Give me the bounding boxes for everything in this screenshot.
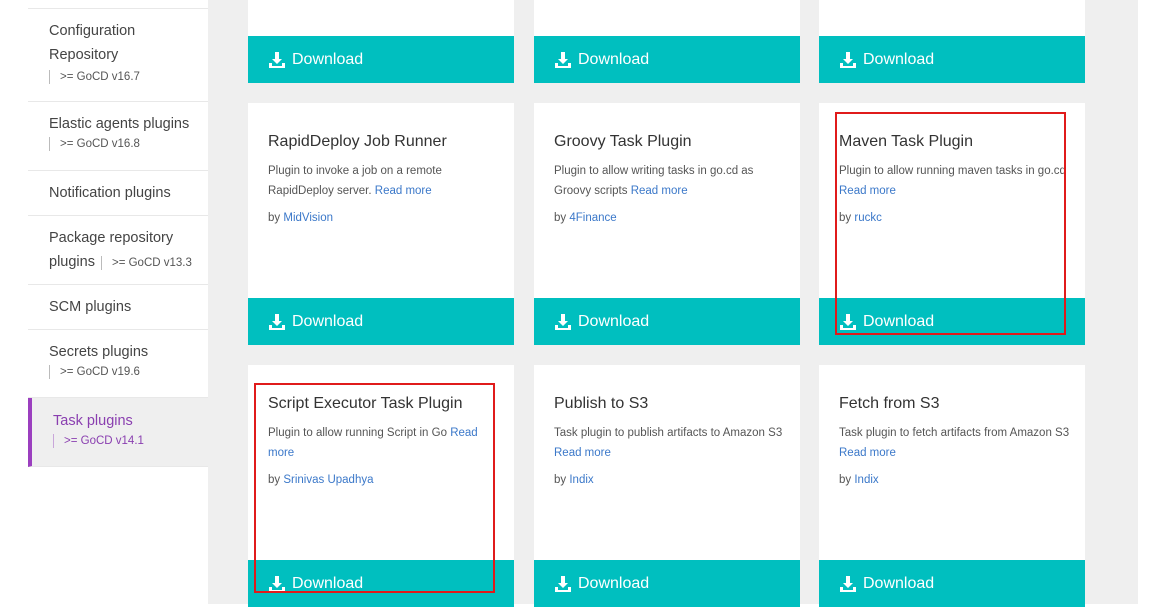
read-more-link[interactable]: Read more	[375, 185, 432, 197]
plugin-title: Maven Task Plugin	[839, 133, 973, 150]
sidebar-item-label: Elastic agents plugins	[49, 116, 190, 132]
sidebar-item-label: Secrets plugins	[49, 344, 149, 360]
plugin-author: by Srinivas Upadhya	[268, 474, 374, 486]
sidebar-item-label: Configuration	[49, 23, 136, 39]
plugin-card: Download	[248, 0, 514, 83]
sidebar-item-notification[interactable]: Notification plugins	[28, 171, 208, 216]
sidebar-item-scm[interactable]: SCM plugins	[28, 285, 208, 330]
plugin-title: RapidDeploy Job Runner	[268, 133, 447, 150]
download-button[interactable]: Download	[819, 36, 1085, 83]
plugin-card: Download	[819, 0, 1085, 83]
download-icon	[840, 51, 856, 68]
plugin-title: Groovy Task Plugin	[554, 133, 692, 150]
author-link[interactable]: Indix	[854, 474, 878, 486]
read-more-link[interactable]: Read more	[631, 185, 688, 197]
version-badge: >= GoCD v16.8	[49, 137, 208, 151]
download-icon	[269, 575, 285, 592]
plugin-card: Download	[534, 0, 800, 83]
version-badge: >= GoCD v19.6	[49, 365, 208, 379]
plugin-card-rapiddeploy: RapidDeploy Job Runner Plugin to invoke …	[248, 103, 514, 345]
plugin-description: Task plugin to fetch artifacts from Amaz…	[839, 427, 1070, 459]
download-icon	[269, 313, 285, 330]
author-link[interactable]: ruckc	[854, 212, 881, 224]
plugin-author: by MidVision	[268, 212, 334, 224]
read-more-link[interactable]: Read more	[839, 185, 896, 197]
download-button[interactable]: Download	[248, 298, 514, 345]
plugin-card-maven: Maven Task Plugin Plugin to allow runnin…	[819, 103, 1085, 345]
plugin-grid: Download Download Download RapidDeploy J…	[208, 0, 1138, 607]
download-button[interactable]: Download	[819, 298, 1085, 345]
read-more-link[interactable]: Read more	[554, 447, 611, 459]
plugin-card-script-executor: Script Executor Task Plugin Plugin to al…	[248, 365, 514, 607]
download-icon	[555, 313, 571, 330]
plugin-description: Plugin to invoke a job on a remote Rapid…	[268, 165, 442, 197]
author-link[interactable]: 4Finance	[569, 212, 616, 224]
author-link[interactable]: Indix	[569, 474, 593, 486]
plugin-title: Script Executor Task Plugin	[268, 395, 463, 412]
author-link[interactable]: Srinivas Upadhya	[283, 474, 373, 486]
sidebar-item-label: plugins	[49, 254, 95, 270]
download-icon	[840, 313, 856, 330]
download-button[interactable]: Download	[248, 560, 514, 607]
sidebar-item-package-repository[interactable]: Package repository plugins >= GoCD v13.3	[28, 216, 208, 285]
sidebar: Configuration Repository >= GoCD v16.7 E…	[28, 0, 208, 604]
download-icon	[555, 575, 571, 592]
version-badge: >= GoCD v14.1	[53, 434, 208, 448]
download-button[interactable]: Download	[534, 560, 800, 607]
sidebar-item-label: Notification plugins	[49, 185, 171, 201]
version-badge: >= GoCD v16.7	[49, 70, 208, 84]
sidebar-item-elastic-agents[interactable]: Elastic agents plugins >= GoCD v16.8	[28, 102, 208, 171]
version-badge: >= GoCD v13.3	[100, 255, 192, 270]
download-button[interactable]: Download	[248, 36, 514, 83]
sidebar-item-task[interactable]: Task plugins >= GoCD v14.1	[28, 398, 208, 467]
sidebar-item-label: Package repository	[49, 230, 174, 246]
plugin-author: by Indix	[554, 474, 594, 486]
download-button[interactable]: Download	[534, 36, 800, 83]
plugin-title: Fetch from S3	[839, 395, 940, 412]
sidebar-item-secrets[interactable]: Secrets plugins >= GoCD v19.6	[28, 330, 208, 398]
sidebar-item-configuration-repository[interactable]: Configuration Repository >= GoCD v16.7	[28, 9, 208, 102]
plugin-description: Plugin to allow writing tasks in go.cd a…	[554, 165, 754, 197]
read-more-link[interactable]: Read more	[839, 447, 896, 459]
plugin-author: by ruckc	[839, 212, 882, 224]
plugin-description: Plugin to allow running maven tasks in g…	[839, 165, 1066, 197]
plugin-card-publish-s3: Publish to S3 Task plugin to publish art…	[534, 365, 800, 607]
download-icon	[555, 51, 571, 68]
plugin-description: Plugin to allow running Script in Go Rea…	[268, 427, 478, 459]
author-link[interactable]: MidVision	[283, 212, 333, 224]
plugin-description: Task plugin to publish artifacts to Amaz…	[554, 427, 783, 459]
plugin-title: Publish to S3	[554, 395, 649, 412]
download-icon	[840, 575, 856, 592]
plugin-card-groovy: Groovy Task Plugin Plugin to allow writi…	[534, 103, 800, 345]
sidebar-item-label: Task plugins	[53, 413, 133, 429]
download-button[interactable]: Download	[819, 560, 1085, 607]
sidebar-item-label: SCM plugins	[49, 299, 132, 315]
sidebar-item-label: Repository	[49, 47, 119, 63]
plugin-author: by Indix	[839, 474, 879, 486]
download-icon	[269, 51, 285, 68]
plugin-card-fetch-s3: Fetch from S3 Task plugin to fetch artif…	[819, 365, 1085, 607]
plugin-author: by 4Finance	[554, 212, 617, 224]
download-button[interactable]: Download	[534, 298, 800, 345]
